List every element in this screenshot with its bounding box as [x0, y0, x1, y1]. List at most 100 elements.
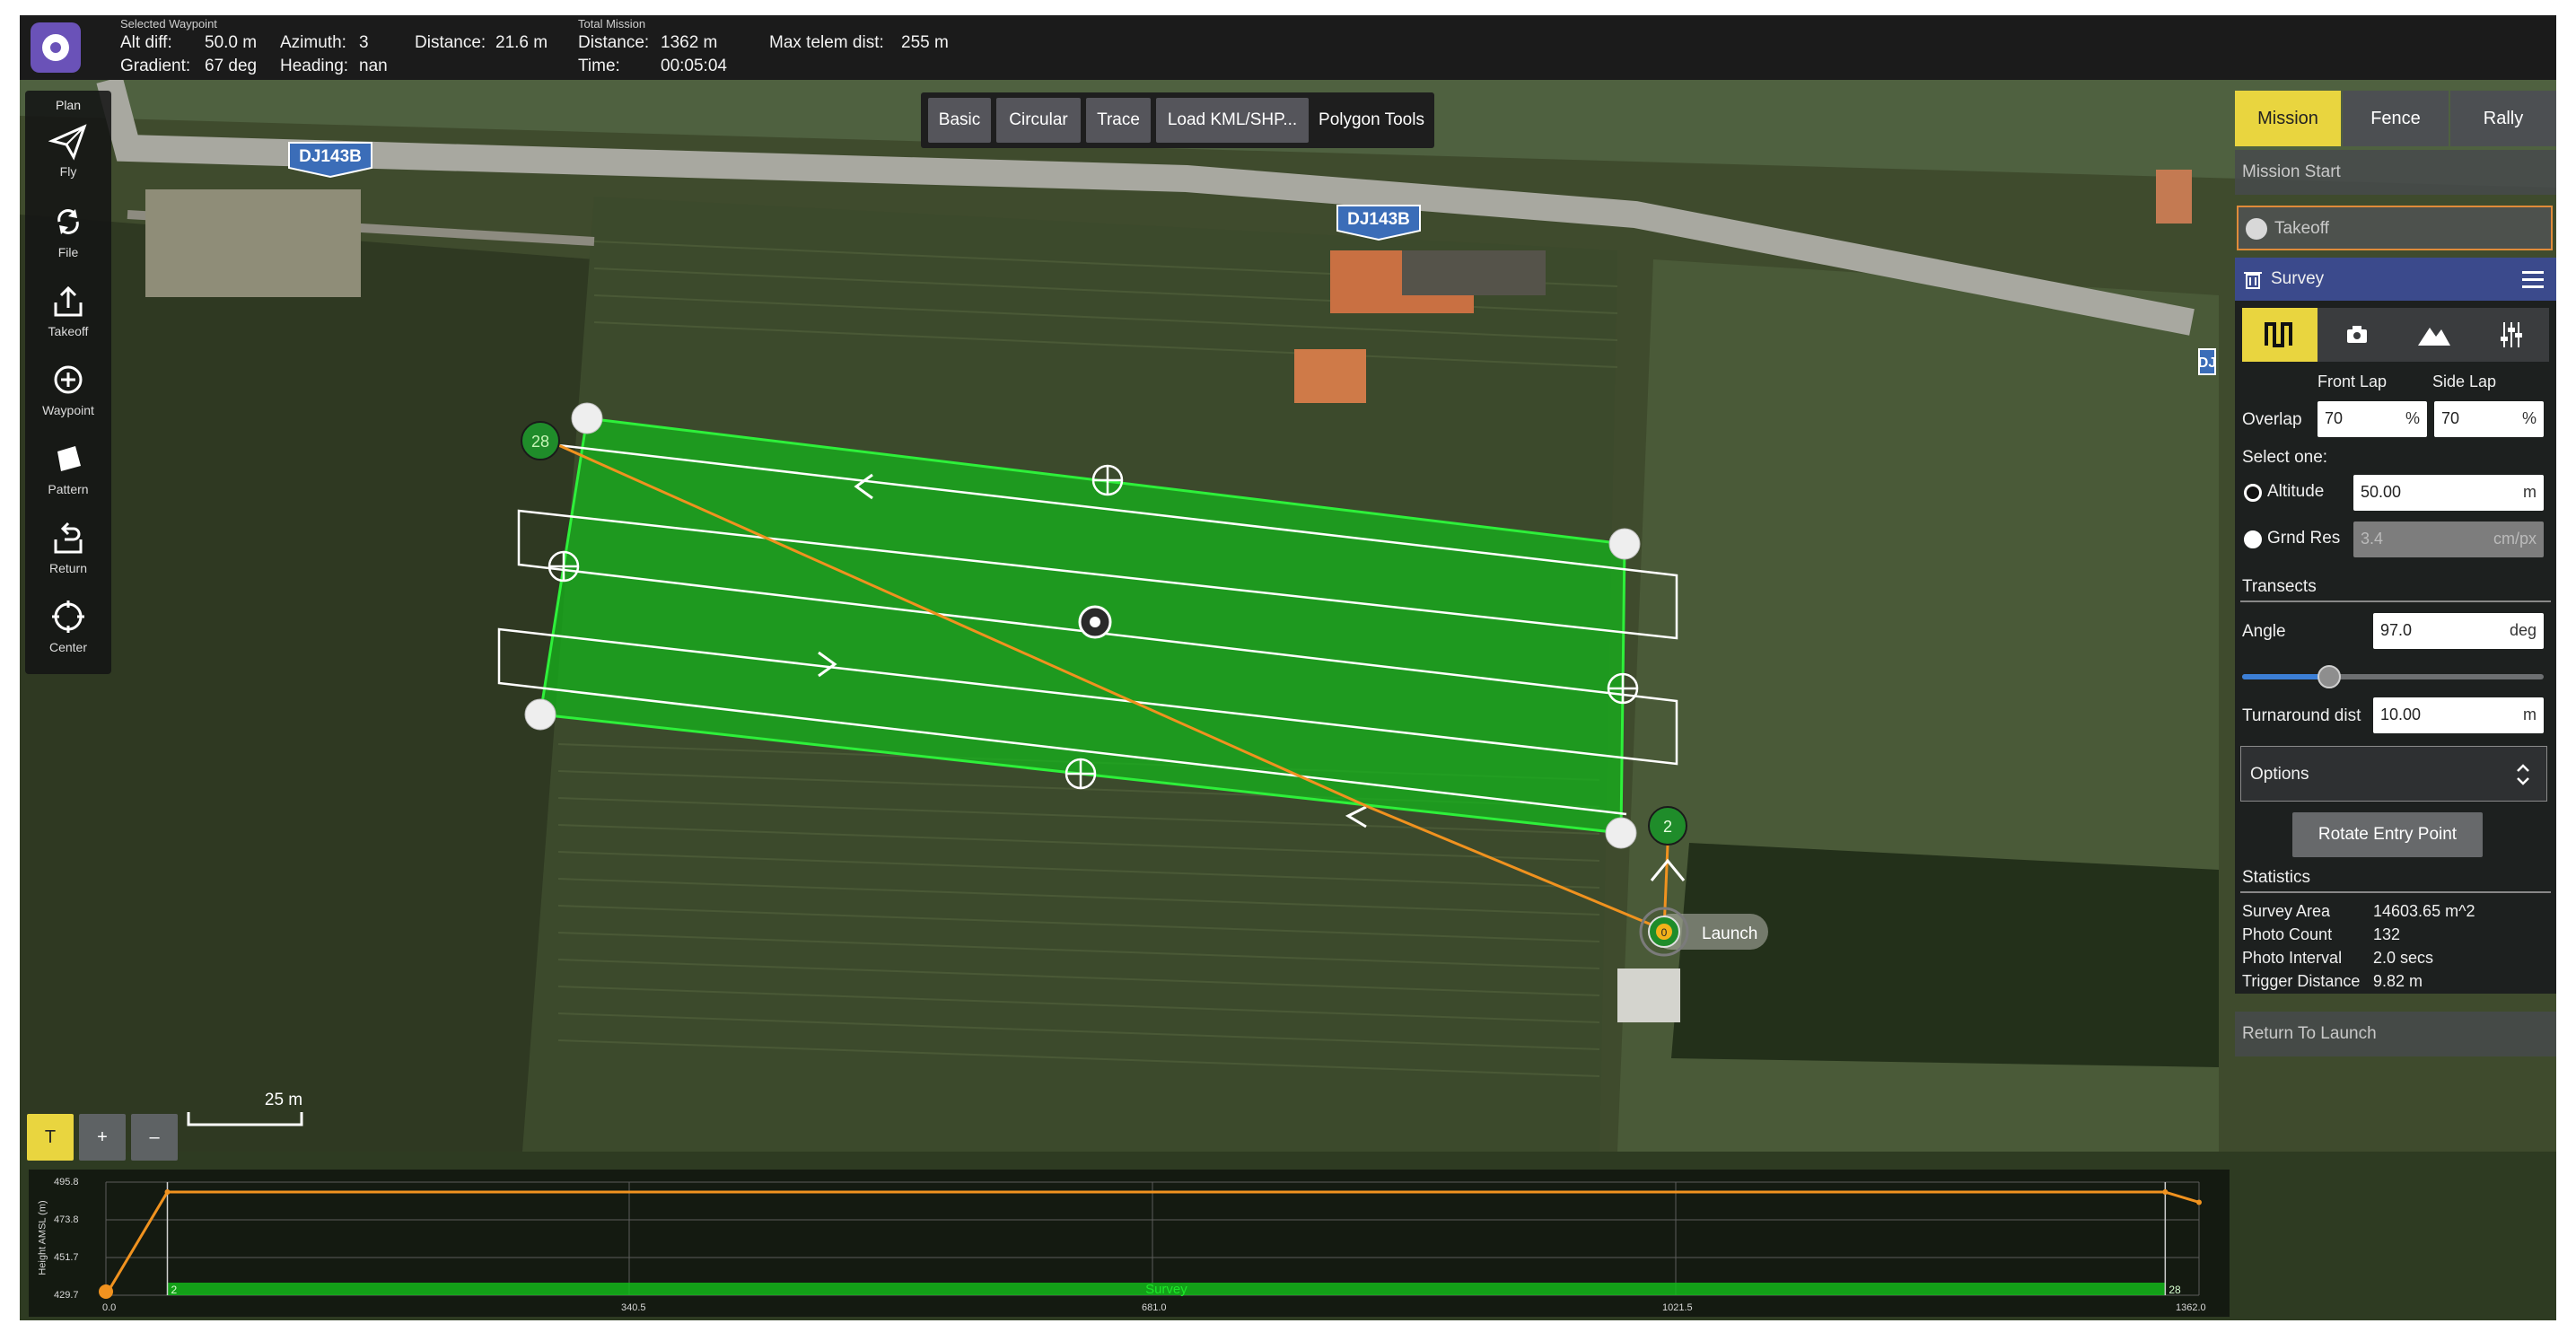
terrain-toggle-button[interactable]: T	[27, 1114, 74, 1161]
circular-button[interactable]: Circular	[996, 98, 1081, 143]
alt-diff-label: Alt diff:	[120, 33, 172, 52]
stat-label: Photo Interval	[2242, 949, 2343, 967]
takeoff-label: Takeoff	[48, 324, 89, 338]
pattern-icon	[57, 446, 81, 471]
sync-icon	[57, 209, 79, 234]
front-lap-label: Front Lap	[2318, 372, 2388, 390]
takeoff-item[interactable]: Takeoff	[2237, 206, 2553, 250]
center-button[interactable]: Center	[25, 593, 111, 670]
return-label: Return	[48, 561, 88, 575]
waypoint-start-marker[interactable]: 28	[521, 421, 560, 460]
mission-start-row[interactable]: Mission Start	[2235, 150, 2556, 195]
file-label: File	[57, 245, 79, 259]
basic-button[interactable]: Basic	[928, 98, 991, 143]
status-bar: Selected Waypoint Alt diff: 50.0 m Gradi…	[20, 15, 2556, 80]
mode-settings-button[interactable]	[2474, 308, 2549, 362]
scale-label: 25 m	[265, 1091, 302, 1109]
upload-icon	[54, 285, 83, 317]
fly-button[interactable]: Fly	[25, 118, 111, 195]
turnaround-input[interactable]: 10.00 m	[2373, 697, 2544, 733]
waypoint-button[interactable]: Waypoint	[25, 356, 111, 434]
front-lap-value: 70	[2325, 409, 2344, 427]
launch-point	[99, 1284, 113, 1299]
return-button[interactable]: Return	[25, 514, 111, 592]
front-lap-unit: %	[2405, 409, 2420, 427]
return-to-launch-row[interactable]: Return To Launch	[2235, 1012, 2556, 1056]
app-window: Selected Waypoint Alt diff: 50.0 m Gradi…	[20, 15, 2556, 1320]
azimuth-value: 3	[359, 33, 369, 52]
app-logo-icon[interactable]	[31, 22, 81, 73]
launch-building	[1617, 968, 1680, 1022]
altitude-point	[2162, 1189, 2169, 1196]
farm-shed	[1402, 250, 1546, 295]
grnd-res-unit: cm/px	[2493, 530, 2537, 548]
polygon-tools-button[interactable]: Polygon Tools	[1312, 98, 1431, 143]
altitude-input[interactable]: 50.00 m	[2353, 475, 2544, 511]
heading-label: Heading:	[280, 57, 349, 75]
options-label: Options	[2250, 765, 2309, 784]
grnd-res-radio[interactable]	[2244, 530, 2262, 548]
time-label: Time:	[578, 57, 620, 75]
angle-label: Angle	[2242, 622, 2286, 641]
return-icon	[54, 522, 83, 554]
tab-rally[interactable]: Rally	[2450, 91, 2556, 146]
grnd-res-input[interactable]: 3.4 cm/px	[2353, 522, 2544, 557]
heading-value: nan	[359, 57, 388, 75]
stat-value: 9.82 m	[2373, 972, 2423, 990]
chevron-updown-icon	[2517, 764, 2529, 785]
elevation-profile[interactable]: Height AMSL (m) 495.8 473.8 451.7 429.7 …	[29, 1170, 2230, 1317]
house-right	[2156, 170, 2192, 224]
angle-input[interactable]: 97.0 deg	[2373, 613, 2544, 649]
building-yard	[145, 189, 361, 297]
azimuth-label: Azimuth:	[280, 33, 346, 52]
options-dropdown[interactable]: Options	[2240, 746, 2547, 802]
front-lap-input[interactable]: 70%	[2318, 401, 2427, 437]
satellite-map[interactable]: DJ143B DJ143B DJ 28 2 0 Launch 25 m	[20, 80, 2556, 1152]
segment-marker-label: 2	[171, 1284, 177, 1296]
angle-slider-fill	[2242, 674, 2330, 679]
mode-terrain-button[interactable]	[2396, 308, 2472, 362]
survey-label: Survey	[2271, 269, 2325, 288]
angle-slider-knob[interactable]	[2318, 665, 2342, 688]
transects-label: Transects	[2242, 577, 2317, 596]
waypoint-end-marker[interactable]: 2	[1648, 806, 1687, 846]
takeoff-button[interactable]: Takeoff	[25, 277, 111, 355]
distance-value: 21.6 m	[495, 33, 548, 52]
launch-index-label: 0	[1661, 926, 1668, 939]
stat-label: Survey Area	[2242, 902, 2331, 920]
hamburger-menu-icon[interactable]	[2520, 268, 2545, 290]
overlap-label: Overlap	[2242, 410, 2302, 429]
camera-icon	[2347, 326, 2367, 343]
tab-mission[interactable]: Mission	[2235, 91, 2341, 146]
rotate-entry-point-button[interactable]: Rotate Entry Point	[2292, 812, 2483, 857]
trash-icon[interactable]	[2242, 268, 2264, 290]
map-canvas[interactable]: DJ143B DJ143B DJ 28 2 0 Launch 25 m	[20, 80, 2556, 1152]
angle-slider[interactable]	[2242, 665, 2544, 688]
trace-button[interactable]: Trace	[1086, 98, 1151, 143]
waypoint-start-label: 28	[531, 433, 549, 451]
pattern-label: Pattern	[48, 482, 89, 496]
side-lap-input[interactable]: 70%	[2434, 401, 2544, 437]
paper-plane-icon	[48, 124, 87, 161]
select-one-label: Select one:	[2242, 448, 2328, 467]
mode-camera-button[interactable]	[2319, 308, 2395, 362]
altitude-radio[interactable]	[2244, 484, 2262, 502]
total-distance-value: 1362 m	[661, 33, 718, 52]
fly-label: Fly	[59, 164, 77, 179]
statistics-divider	[2240, 891, 2551, 893]
file-button[interactable]: File	[25, 198, 111, 276]
selected-waypoint-title: Selected Waypoint	[120, 17, 217, 31]
zoom-in-button[interactable]: +	[79, 1114, 126, 1161]
turnaround-label: Turnaround dist	[2242, 706, 2361, 725]
mode-transects-button[interactable]	[2242, 308, 2318, 362]
load-kml-button[interactable]: Load KML/SHP...	[1156, 98, 1309, 143]
polygon-center-handle[interactable]	[1078, 605, 1112, 639]
stat-value: 2.0 secs	[2373, 949, 2434, 967]
pattern-button[interactable]: Pattern	[25, 435, 111, 513]
zoom-out-button[interactable]: –	[131, 1114, 178, 1161]
survey-header[interactable]: Survey	[2235, 258, 2556, 301]
tab-fence[interactable]: Fence	[2343, 91, 2449, 146]
road-sign-3: DJ	[2198, 348, 2216, 375]
max-telem-label: Max telem dist:	[769, 33, 884, 52]
waypoint-end-label: 2	[1663, 818, 1672, 836]
